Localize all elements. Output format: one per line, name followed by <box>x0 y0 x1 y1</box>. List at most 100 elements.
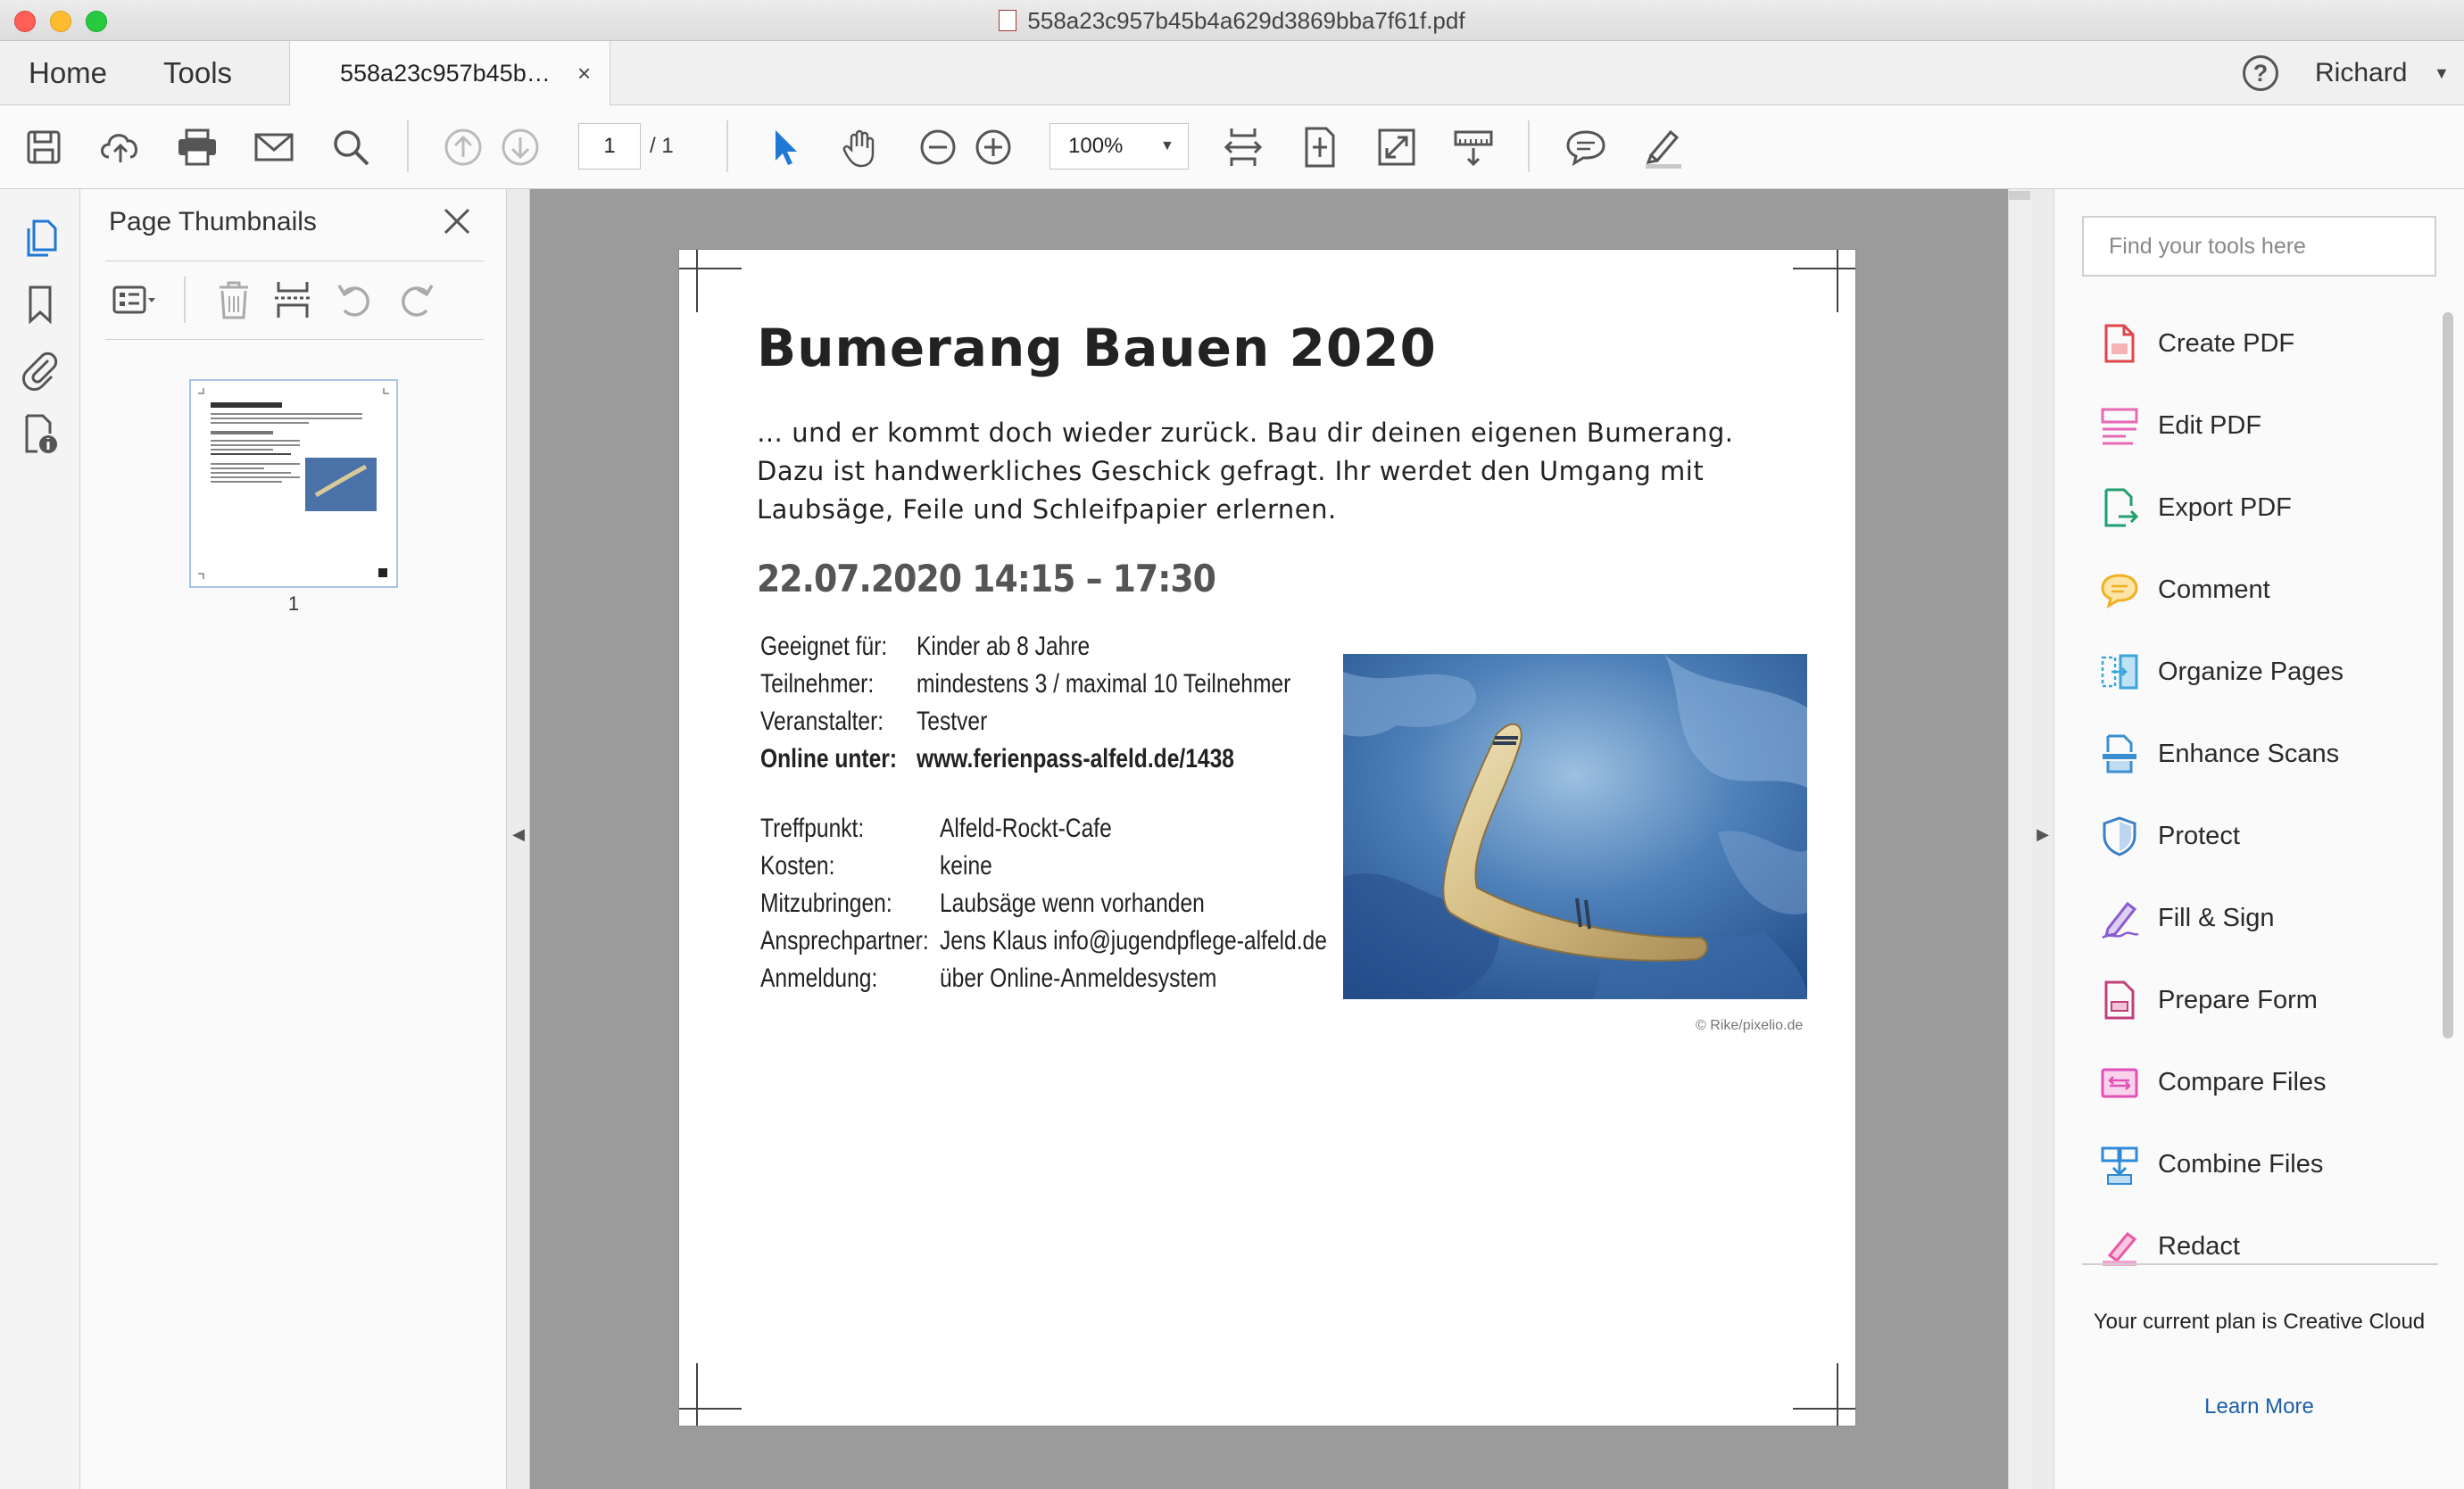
email-icon[interactable] <box>250 123 298 171</box>
pdf-file-icon <box>999 10 1017 32</box>
tool-export-pdf[interactable]: Export PDF <box>2099 481 2420 534</box>
crop-mark <box>696 1363 698 1426</box>
tools-search-input[interactable]: Find your tools here <box>2082 216 2436 277</box>
document-properties-icon[interactable] <box>16 410 64 459</box>
next-page-icon[interactable] <box>496 123 544 171</box>
crop-mark <box>1837 1363 1838 1426</box>
page-thumbnail-number: 1 <box>287 592 300 615</box>
pdf-date-time: 22.07.2020 14:15 – 17:30 <box>757 557 1216 600</box>
crop-mark <box>1837 250 1838 312</box>
tool-compare-files[interactable]: Compare Files <box>2099 1055 2420 1109</box>
detail-label: Anmeldung: <box>760 964 878 993</box>
tool-prepare-form[interactable]: Prepare Form <box>2099 973 2420 1027</box>
zoom-in-icon[interactable] <box>969 123 1017 171</box>
protect-shield-icon <box>2103 816 2136 856</box>
toolbar-separator <box>1528 120 1530 172</box>
crop-mark <box>1793 268 1855 269</box>
detail-label: Veranstalter: <box>760 707 884 736</box>
window-title: 558a23c957b45b4a629d3869bba7f61f.pdf <box>0 0 2464 41</box>
crop-mark <box>679 268 742 269</box>
tool-label: Organize Pages <box>2158 658 2344 686</box>
tool-fill-sign[interactable]: Fill & Sign <box>2099 891 2420 945</box>
tool-label: Comment <box>2158 575 2270 604</box>
prev-page-icon[interactable] <box>439 123 487 171</box>
tool-combine-files[interactable]: Combine Files <box>2099 1137 2420 1191</box>
full-screen-icon[interactable] <box>1373 123 1421 171</box>
tab-document[interactable]: 558a23c957b45b… × <box>289 41 610 106</box>
hand-tool-icon[interactable] <box>837 123 885 171</box>
detail-label: Geeignet für: <box>760 632 888 661</box>
page-number-input[interactable]: 1 <box>578 123 641 170</box>
user-account-name[interactable]: Richard <box>2315 41 2407 105</box>
pdf-intro-line: … und er kommt doch wieder zurück. Bau d… <box>757 418 1734 448</box>
divider <box>105 339 484 340</box>
fill-sign-icon <box>2102 901 2139 939</box>
toolbar-separator <box>184 277 186 323</box>
detail-label: Kosten: <box>760 851 835 881</box>
tool-label: Protect <box>2158 822 2240 850</box>
page-thumbnail-preview <box>198 388 389 579</box>
upload-cloud-icon[interactable] <box>96 123 145 171</box>
tool-protect[interactable]: Protect <box>2099 809 2420 863</box>
edit-pdf-icon <box>2101 408 2138 445</box>
tool-label: Enhance Scans <box>2158 740 2340 768</box>
rotate-cw-icon[interactable] <box>393 277 439 323</box>
insert-page-icon[interactable] <box>270 277 316 323</box>
thumbnails-pane-title: Page Thumbnails <box>109 207 317 236</box>
comment-tool-icon <box>2101 574 2138 609</box>
scrollbar-thumb[interactable] <box>2009 191 2030 200</box>
tool-create-pdf[interactable]: Create PDF <box>2099 317 2420 370</box>
tool-enhance-scans[interactable]: Enhance Scans <box>2099 727 2420 781</box>
detail-value: über Online-Anmeldesystem <box>940 964 1217 993</box>
fit-width-icon[interactable] <box>1219 123 1267 171</box>
redact-icon <box>2103 1231 2137 1266</box>
detail-label: Ansprechpartner: <box>760 926 929 955</box>
document-scrollbar[interactable] <box>2008 189 2031 1489</box>
scrolling-mode-icon[interactable] <box>1449 123 1497 171</box>
tool-edit-pdf[interactable]: Edit PDF <box>2099 399 2420 452</box>
bookmarks-icon[interactable] <box>16 280 64 328</box>
rotate-ccw-icon[interactable] <box>332 277 378 323</box>
compare-files-icon <box>2101 1068 2138 1098</box>
crop-mark <box>1793 1408 1855 1410</box>
comment-icon[interactable] <box>1562 123 1610 171</box>
search-icon[interactable] <box>327 123 375 171</box>
tool-organize-pages[interactable]: Organize Pages <box>2099 645 2420 699</box>
collapse-right-pane-icon[interactable]: ▶ <box>2031 825 2054 844</box>
prepare-form-icon <box>2104 980 2135 1020</box>
select-pointer-icon[interactable] <box>760 123 809 171</box>
thumbnail-options-icon[interactable] <box>111 277 157 323</box>
window-title-text: 558a23c957b45b4a629d3869bba7f61f.pdf <box>1027 7 1465 34</box>
attachments-icon[interactable] <box>16 344 64 393</box>
print-icon[interactable] <box>173 123 221 171</box>
page-thumbnails-icon[interactable] <box>16 214 64 262</box>
tab-home[interactable]: Home <box>29 41 107 105</box>
photo-credit: © Rike/pixelio.de <box>1696 1018 1804 1033</box>
tools-scrollbar[interactable] <box>2443 312 2453 1038</box>
close-icon[interactable] <box>441 205 473 237</box>
delete-page-icon[interactable] <box>211 277 257 323</box>
tool-label: Redact <box>2158 1232 2240 1261</box>
help-icon[interactable]: ? <box>2243 55 2278 91</box>
toolbar-separator <box>726 120 728 172</box>
tool-label: Create PDF <box>2158 329 2295 358</box>
detail-value: mindestens 3 / maximal 10 Teilnehmer <box>917 669 1291 699</box>
detail-value: Alfeld-Rockt-Cafe <box>940 814 1112 843</box>
pdf-heading: Bumerang Bauen 2020 <box>757 318 1437 378</box>
fit-page-icon[interactable] <box>1296 123 1344 171</box>
tool-label: Compare Files <box>2158 1068 2327 1096</box>
collapse-left-pane-icon[interactable]: ◀ <box>507 825 530 844</box>
learn-more-link[interactable]: Learn More <box>2054 1394 2464 1419</box>
detail-link[interactable]: www.ferienpass-alfeld.de/1438 <box>917 740 1234 778</box>
save-icon[interactable] <box>20 123 68 171</box>
chevron-down-icon[interactable]: ▼ <box>1160 123 1174 170</box>
close-tab-icon[interactable]: × <box>577 41 591 105</box>
page-thumbnail[interactable] <box>189 379 398 588</box>
zoom-out-icon[interactable] <box>914 123 962 171</box>
tab-tools[interactable]: Tools <box>163 41 232 105</box>
tool-redact[interactable]: Redact <box>2099 1220 2420 1273</box>
tool-label: Edit PDF <box>2158 411 2262 440</box>
tool-comment[interactable]: Comment <box>2099 563 2420 616</box>
highlight-pen-icon[interactable] <box>1639 123 1687 171</box>
chevron-down-icon[interactable]: ▼ <box>2434 41 2450 105</box>
